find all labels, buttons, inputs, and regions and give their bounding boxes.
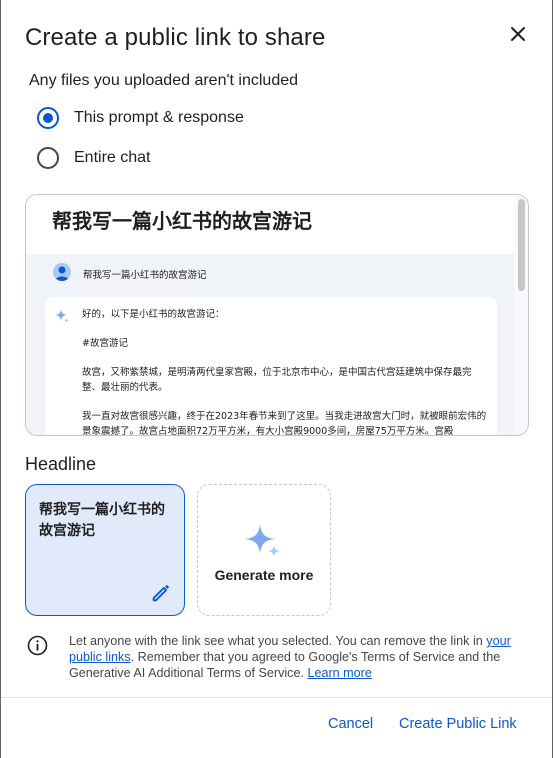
response-line: 好的，以下是小红书的故宫游记： [82, 309, 225, 320]
option-entire-chat[interactable]: Entire chat [37, 147, 150, 169]
notice-text: Let anyone with the link see what you se… [69, 634, 487, 648]
preview-title: 帮我写一篇小红书的故宫游记 [52, 209, 312, 233]
response-line: #故宫游记 [82, 338, 128, 349]
preview-scrollbar[interactable] [514, 195, 528, 435]
dialog-title: Create a public link to share [25, 24, 326, 51]
option-label: This prompt & response [74, 109, 244, 126]
generate-more-button[interactable]: Generate more [197, 484, 331, 616]
preview-header: 帮我写一篇小红书的故宫游记 [26, 195, 516, 254]
cancel-button[interactable]: Cancel [317, 708, 384, 740]
response-line: 故宫，又称紫禁城，是明清两代皇家宫殿，位于北京市中心，是中国古代宫廷建筑中保存最… [82, 367, 472, 393]
headline-card-selected[interactable]: 帮我写一篇小红书的故宫游记 [25, 484, 185, 616]
radio-button[interactable] [37, 147, 59, 169]
close-icon [511, 27, 525, 41]
create-public-link-button[interactable]: Create Public Link [389, 708, 527, 740]
radio-button-selected[interactable] [37, 107, 59, 129]
pencil-icon[interactable] [150, 582, 172, 604]
info-icon [27, 635, 48, 656]
close-button[interactable] [502, 18, 534, 50]
option-prompt-response[interactable]: This prompt & response [37, 107, 244, 129]
share-notice: Let anyone with the link see what you se… [69, 633, 519, 681]
avatar [53, 263, 71, 281]
share-dialog: Create a public link to share Any files … [1, 0, 552, 758]
user-icon [55, 266, 69, 281]
headline-text: 帮我写一篇小红书的故宫游记 [39, 502, 165, 539]
share-preview[interactable]: 帮我写一篇小红书的故宫游记 帮我写一篇小红书的故宫游记 好的，以下是小红书的故宫… [25, 194, 529, 436]
user-prompt-text: 帮我写一篇小红书的故宫游记 [83, 270, 207, 281]
footer-divider [1, 697, 552, 698]
generate-more-label: Generate more [214, 567, 314, 583]
scrollbar-thumb[interactable] [518, 199, 525, 291]
notice-text: . Remember that you agreed to Google's T… [69, 650, 501, 680]
response-line: 我一直对故宫很感兴趣，终于在2023年春节来到了这里。当我走进故宫大门时，就被眼… [82, 411, 487, 436]
option-label: Entire chat [74, 149, 151, 166]
sparkle-icon [55, 309, 69, 323]
preview-conversation: 帮我写一篇小红书的故宫游记 好的，以下是小红书的故宫游记： #故宫游记 故宫，又… [26, 254, 516, 436]
dialog-subtitle: Any files you uploaded aren't included [29, 72, 299, 89]
response-card: 好的，以下是小红书的故宫游记： #故宫游记 故宫，又称紫禁城，是明清两代皇家宫殿… [45, 297, 497, 436]
learn-more-link[interactable]: Learn more [307, 666, 371, 680]
sparkle-icon [245, 524, 280, 557]
headline-label: Headline [25, 454, 97, 474]
